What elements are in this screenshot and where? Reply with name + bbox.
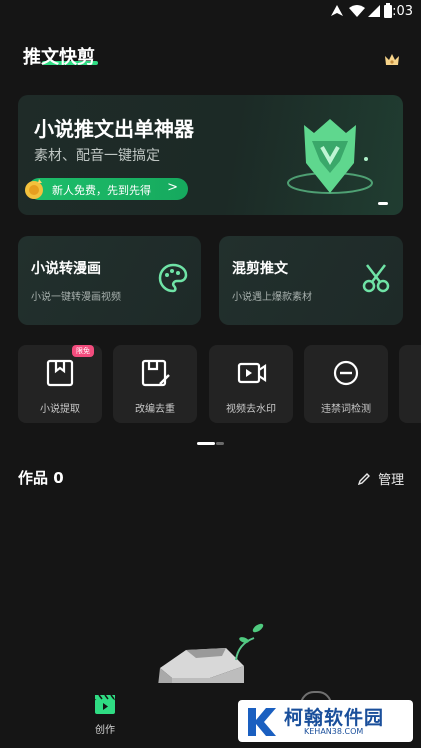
scissors-icon <box>362 264 390 293</box>
tool-label: 改编去重 <box>135 404 175 415</box>
banner-subtitle: 素材、配音一键搞定 <box>34 148 160 164</box>
card-subtitle: 小说一键转漫画视频 <box>31 292 121 303</box>
tool-adapt-dedupe[interactable]: 改编去重 <box>113 345 197 423</box>
kehan-logo <box>248 708 276 736</box>
tools-pager-inactive <box>216 442 224 445</box>
page-title: 推文快剪 <box>23 47 95 68</box>
card-subtitle: 小说遇上爆款素材 <box>232 292 312 303</box>
watermark-name: 柯翰软件园 <box>284 707 385 729</box>
tool-novel-extract[interactable]: 限免 小说提取 <box>18 345 102 423</box>
palette-icon <box>158 263 188 293</box>
promo-banner[interactable]: 小说推文出单神器 素材、配音一键搞定 新人免费，先到先得 > <box>18 95 403 215</box>
tool-label: 违禁词检测 <box>321 404 371 415</box>
banner-title: 小说推文出单神器 <box>34 117 194 141</box>
empty-box-illustration <box>158 623 264 690</box>
tool-label: 视频去水印 <box>226 404 276 415</box>
tools-pager-active <box>197 442 215 445</box>
watermark: 柯翰软件园 KEHAN38.COM <box>238 700 413 742</box>
tool-partial-next[interactable] <box>399 345 421 423</box>
video-camera-icon <box>237 362 267 384</box>
minus-circle-icon <box>333 360 359 386</box>
tool-remove-watermark[interactable]: 视频去水印 <box>209 345 293 423</box>
free-badge: 限免 <box>72 345 94 357</box>
banner-indicator <box>378 202 388 205</box>
novel-to-comic-card[interactable]: 小说转漫画 小说一键转漫画视频 <box>18 236 201 325</box>
wifi-icon <box>349 5 365 17</box>
manage-label: 管理 <box>378 473 405 488</box>
mixed-cut-card[interactable]: 混剪推文 小说遇上爆款素材 <box>219 236 403 325</box>
vip-gem-icon <box>287 119 373 194</box>
watermark-url: KEHAN38.COM <box>304 727 364 736</box>
signal-icon <box>368 5 380 17</box>
tool-label: 小说提取 <box>40 404 80 415</box>
nav-create[interactable]: 创作 <box>80 693 130 736</box>
chevron-right-icon: > <box>167 180 178 195</box>
clapperboard-icon <box>95 694 115 714</box>
newcomer-free-label: 新人免费，先到先得 <box>52 184 151 197</box>
crown-icon[interactable] <box>384 52 400 66</box>
card-title: 混剪推文 <box>232 261 288 277</box>
tool-banned-word-check[interactable]: 违禁词检测 <box>304 345 388 423</box>
status-time: 9:03 <box>383 4 413 19</box>
nav-create-label: 创作 <box>95 725 115 736</box>
coin-gift-icon <box>25 179 43 199</box>
edit-doc-icon <box>141 359 170 387</box>
newcomer-free-button[interactable]: 新人免费，先到先得 > <box>28 178 188 200</box>
card-title: 小说转漫画 <box>31 261 101 277</box>
book-extract-icon <box>46 359 74 387</box>
pencil-icon <box>357 473 370 486</box>
works-title: 作品 0 <box>18 469 64 487</box>
manage-button[interactable]: 管理 <box>357 469 405 488</box>
location-icon <box>331 5 343 16</box>
status-bar: 9:03 <box>0 0 421 24</box>
